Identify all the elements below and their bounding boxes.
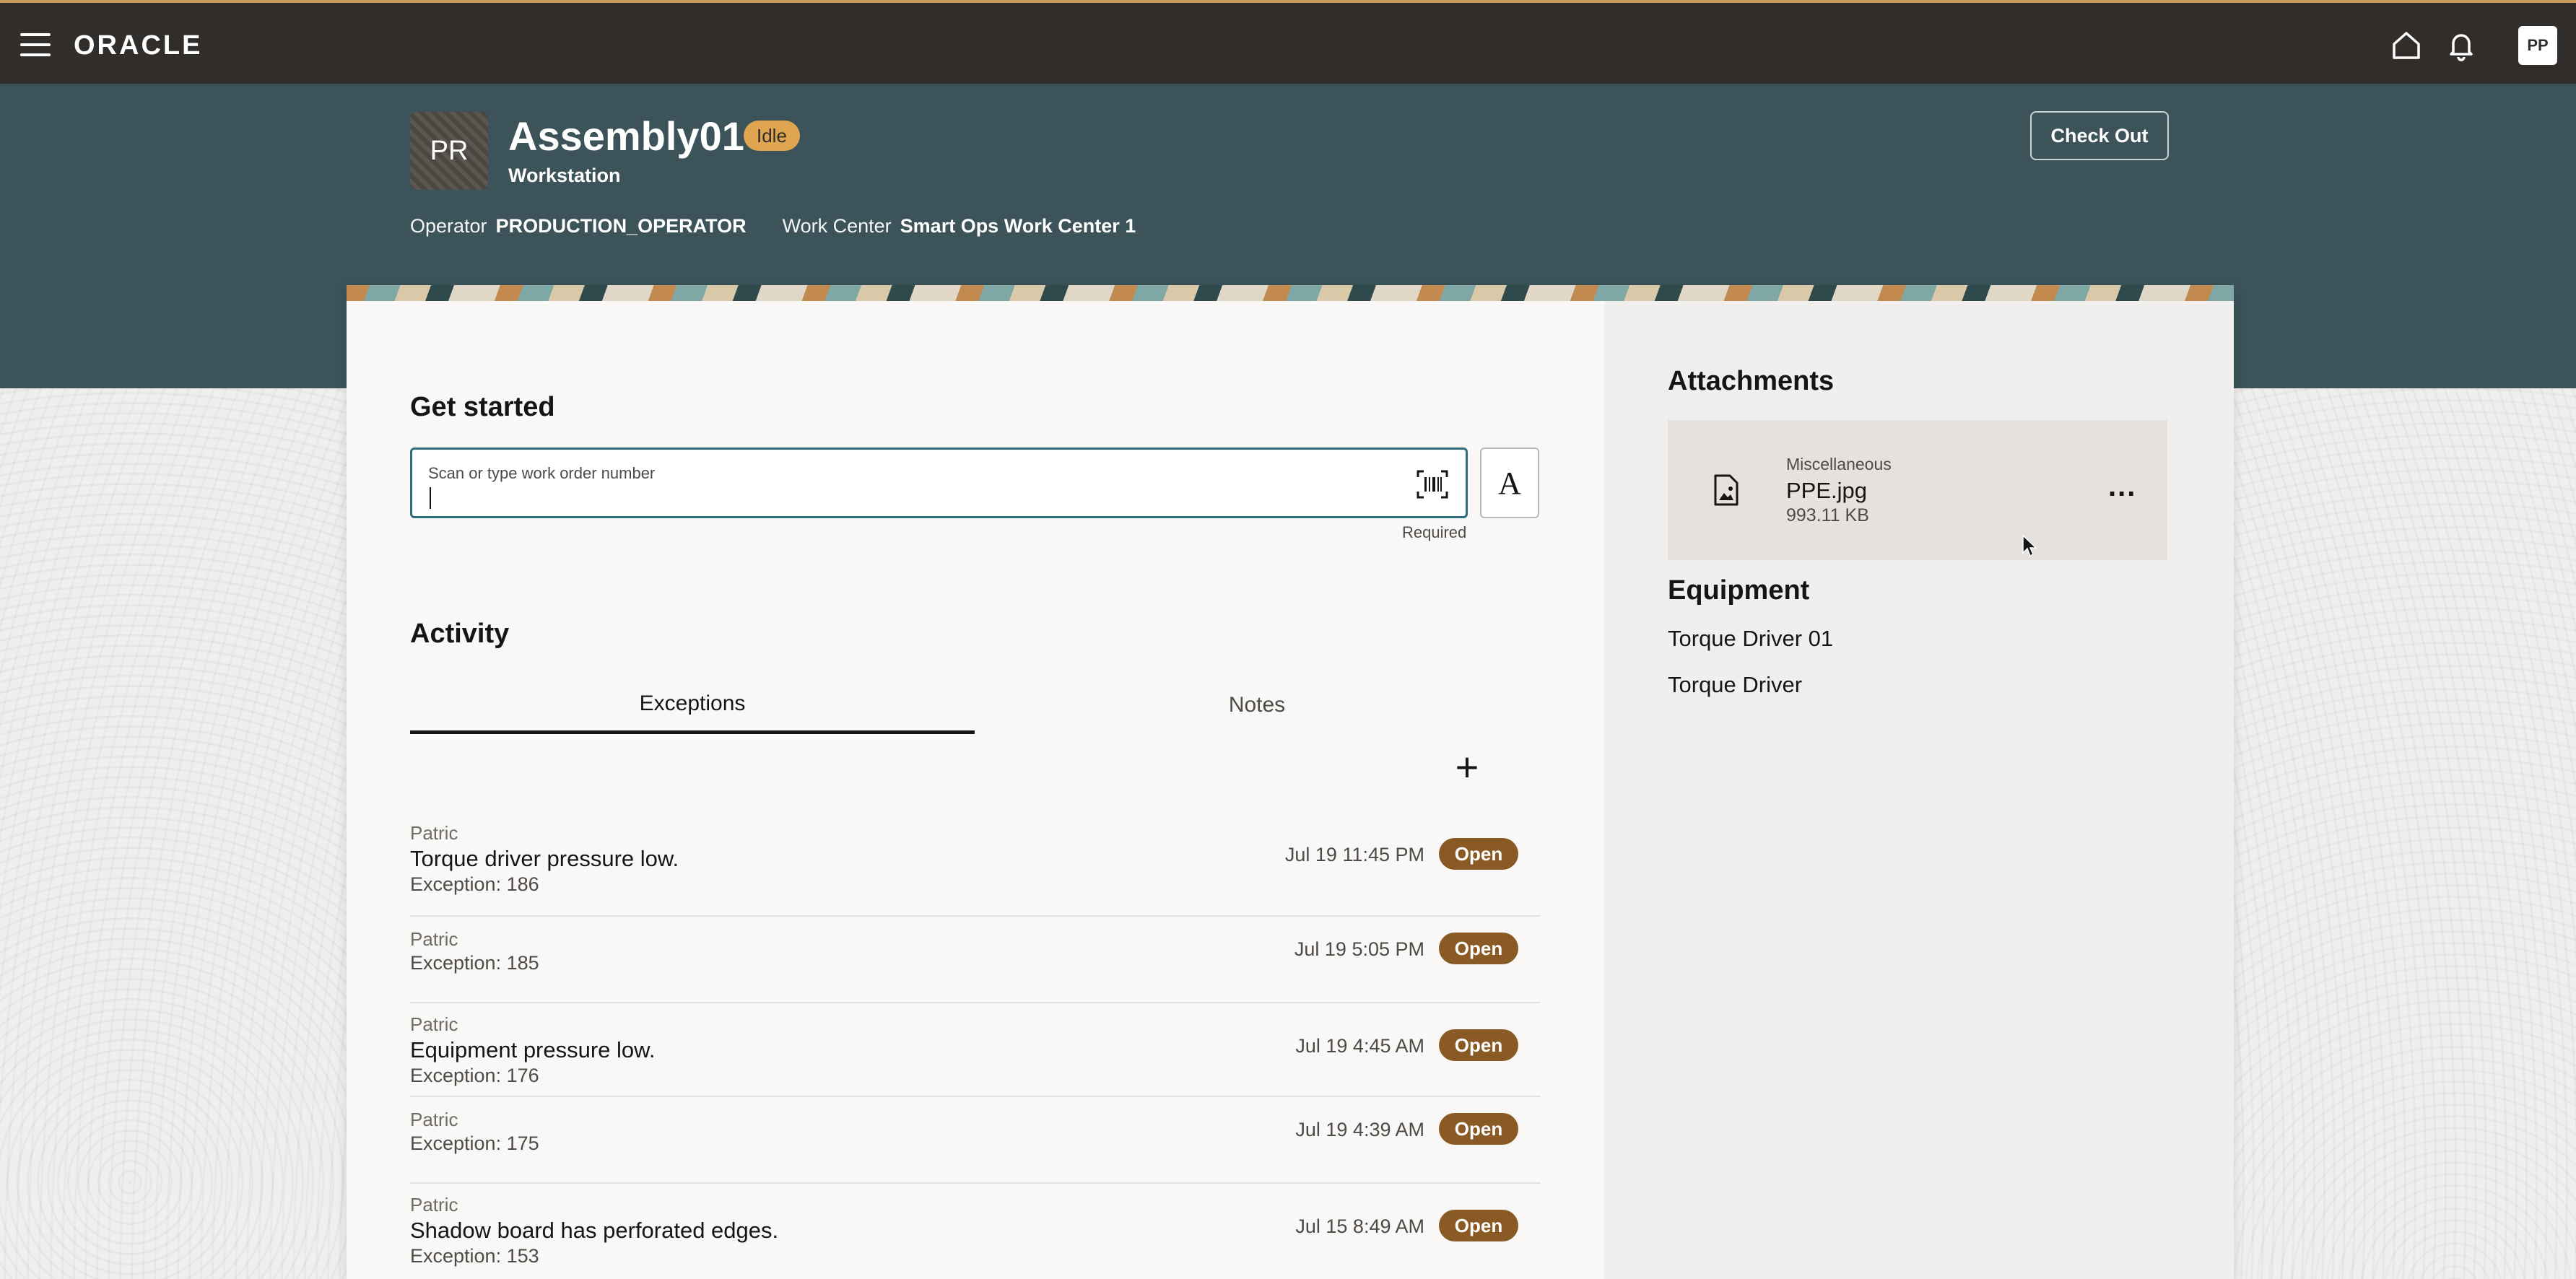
status-badge: Idle — [744, 121, 800, 151]
add-exception-button[interactable]: + — [1445, 747, 1489, 790]
workstation-meta: Operator PRODUCTION_OPERATOR Work Center… — [410, 215, 1163, 237]
font-size-button[interactable]: A — [1480, 448, 1539, 518]
tab-notes[interactable]: Notes — [975, 676, 1539, 734]
details-panel: Attachments Miscellaneous PPE.jpg 993.11… — [1604, 301, 2234, 1279]
attachment-name[interactable]: PPE.jpg — [1786, 478, 1867, 504]
decorative-banner — [347, 285, 2234, 301]
tab-exceptions[interactable]: Exceptions — [410, 676, 975, 734]
required-hint: Required — [1402, 523, 1467, 541]
attachment-category: Miscellaneous — [1786, 455, 1892, 473]
list-item[interactable]: Patric Torque driver pressure low. Excep… — [410, 819, 1540, 917]
status-badge: Open — [1439, 1210, 1518, 1241]
get-started-title: Get started — [410, 392, 555, 422]
exception-author: Patric — [410, 1013, 458, 1035]
barcode-scan-icon[interactable] — [1417, 470, 1448, 499]
attachment-size: 993.11 KB — [1786, 505, 1869, 525]
text-caret — [430, 487, 431, 509]
equipment-item: Torque Driver 01 — [1668, 626, 1834, 651]
attachment-item[interactable]: Miscellaneous PPE.jpg 993.11 KB ... — [1668, 420, 2167, 560]
exception-time: Jul 19 4:45 AM — [1295, 1035, 1424, 1057]
exception-number: Exception: 153 — [410, 1245, 539, 1267]
equipment-title: Equipment — [1668, 575, 1810, 606]
attachments-title: Attachments — [1668, 366, 1835, 396]
bell-icon[interactable] — [2445, 29, 2478, 62]
exception-author: Patric — [410, 822, 458, 844]
exception-author: Patric — [410, 1194, 458, 1215]
status-badge: Open — [1439, 1113, 1518, 1145]
work-center-label: Work Center — [782, 215, 892, 237]
check-out-button[interactable]: Check Out — [2030, 111, 2169, 160]
status-badge: Open — [1439, 933, 1518, 964]
work-order-input-label: Scan or type work order number — [428, 464, 656, 482]
exception-time: Jul 19 11:45 PM — [1284, 844, 1424, 865]
work-center-value: Smart Ops Work Center 1 — [900, 215, 1136, 237]
operator-value: PRODUCTION_OPERATOR — [495, 215, 747, 237]
top-bar: ORACLE PP — [0, 0, 2576, 84]
main-card: Get started Scan or type work order numb… — [347, 285, 2234, 1279]
oracle-logo: ORACLE — [74, 30, 203, 61]
activity-title: Activity — [410, 619, 510, 649]
mouse-cursor-icon — [2022, 534, 2037, 557]
workstation-title: Assembly01 — [508, 113, 744, 159]
home-icon[interactable] — [2390, 29, 2423, 62]
more-actions-icon[interactable]: ... — [2108, 471, 2136, 503]
status-badge: Open — [1439, 1029, 1518, 1061]
list-item[interactable]: Patric Equipment pressure low. Exception… — [410, 1003, 1540, 1097]
image-file-icon — [1714, 474, 1739, 506]
workstation-avatar: PR — [410, 112, 488, 190]
work-order-input[interactable]: Scan or type work order number — [410, 448, 1468, 518]
exception-time: Jul 19 4:39 AM — [1295, 1119, 1424, 1140]
equipment-item: Torque Driver — [1668, 672, 1803, 697]
menu-icon[interactable] — [20, 33, 51, 56]
list-item[interactable]: Patric Exception: 175 Jul 19 4:39 AM Ope… — [410, 1097, 1540, 1184]
list-item[interactable]: Patric Exception: 185 Jul 19 5:05 PM Ope… — [410, 917, 1540, 1003]
exception-number: Exception: 186 — [410, 873, 539, 895]
workstation-subtitle: Workstation — [508, 165, 621, 186]
list-item[interactable]: Patric Shadow board has perforated edges… — [410, 1184, 1540, 1278]
exceptions-list: Patric Torque driver pressure low. Excep… — [410, 819, 1540, 1278]
operator-label: Operator — [410, 215, 487, 237]
user-avatar[interactable]: PP — [2518, 26, 2557, 65]
status-badge: Open — [1439, 838, 1518, 870]
exception-number: Exception: 176 — [410, 1065, 539, 1086]
exception-time: Jul 19 5:05 PM — [1294, 938, 1424, 960]
activity-tabs: Exceptions Notes — [410, 676, 1540, 734]
exception-time: Jul 15 8:49 AM — [1295, 1215, 1424, 1237]
